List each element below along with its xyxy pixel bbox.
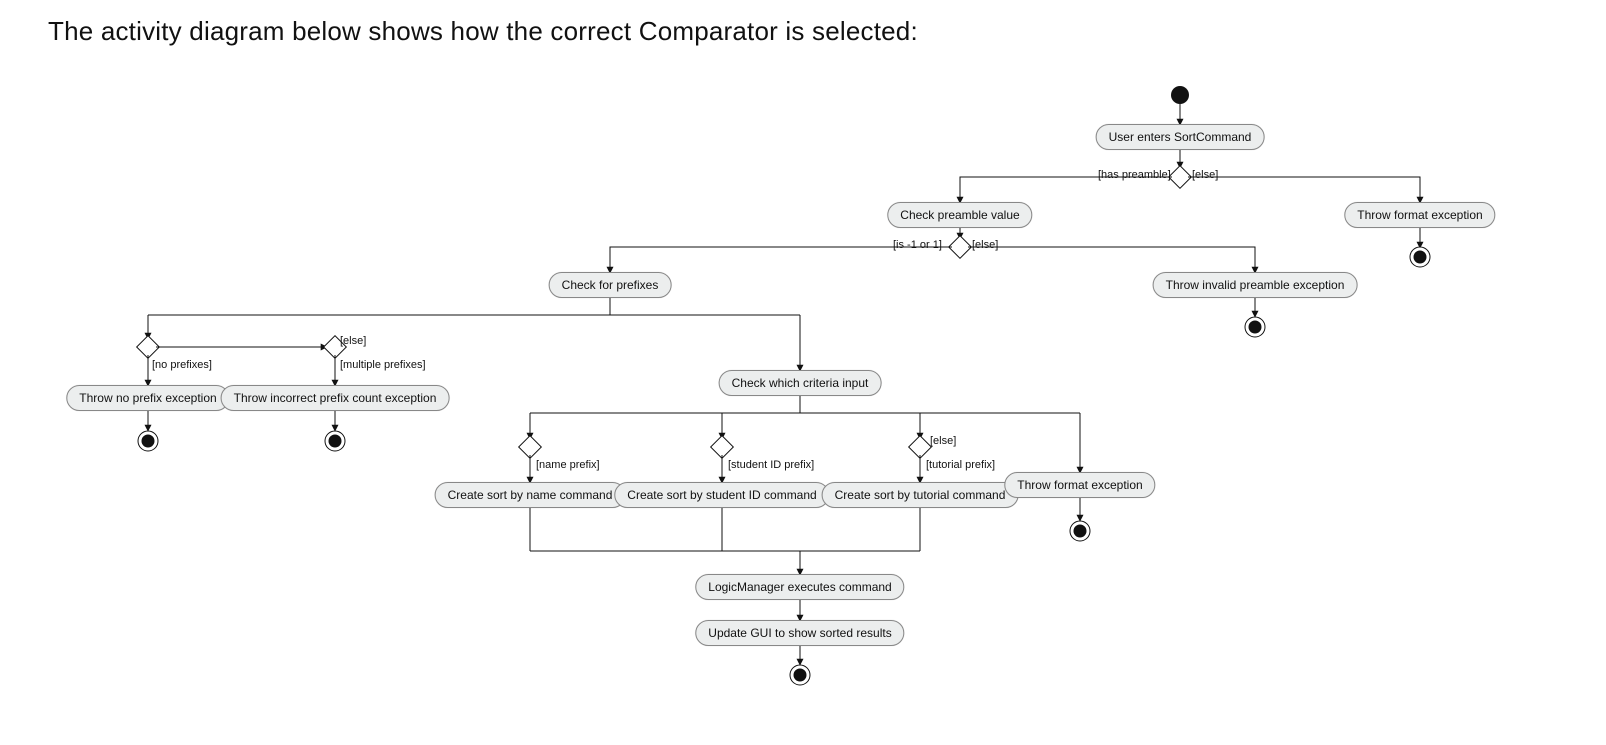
activity-throw-invalid-preamble: Throw invalid preamble exception (1153, 272, 1358, 298)
activity-throw-incorrect-prefix-count: Throw incorrect prefix count exception (221, 385, 450, 411)
activity-user-enters-sortcommand: User enters SortCommand (1096, 124, 1265, 150)
activity-update-gui: Update GUI to show sorted results (695, 620, 904, 646)
activity-throw-format-exception-top: Throw format exception (1344, 202, 1495, 228)
activity-throw-no-prefix-exception: Throw no prefix exception (66, 385, 229, 411)
guard-no-prefixes: [no prefixes] (152, 359, 212, 371)
activity-diagram: User enters SortCommand Check preamble v… (0, 55, 1606, 745)
activity-create-sort-by-name: Create sort by name command (435, 482, 626, 508)
guard-has-preamble: [has preamble] (1098, 169, 1171, 181)
activity-check-for-prefixes: Check for prefixes (549, 272, 672, 298)
guard-student-id-prefix: [student ID prefix] (728, 459, 814, 471)
guard-else-2: [else] (972, 239, 998, 251)
guard-is-minus1-or-1: [is -1 or 1] (893, 239, 942, 251)
activity-check-preamble-value: Check preamble value (887, 202, 1032, 228)
guard-tutorial-prefix: [tutorial prefix] (926, 459, 995, 471)
guard-else-4: [else] (930, 435, 956, 447)
guard-else-3: [else] (340, 335, 366, 347)
activity-throw-format-exception-bottom: Throw format exception (1004, 472, 1155, 498)
activity-logicmanager-executes: LogicManager executes command (695, 574, 904, 600)
activity-create-sort-by-student-id: Create sort by student ID command (614, 482, 829, 508)
page-title: The activity diagram below shows how the… (48, 16, 1606, 47)
activity-create-sort-by-tutorial: Create sort by tutorial command (822, 482, 1019, 508)
guard-else-1: [else] (1192, 169, 1218, 181)
activity-check-which-criteria-input: Check which criteria input (719, 370, 882, 396)
guard-name-prefix: [name prefix] (536, 459, 600, 471)
guard-multiple-prefixes: [multiple prefixes] (340, 359, 426, 371)
